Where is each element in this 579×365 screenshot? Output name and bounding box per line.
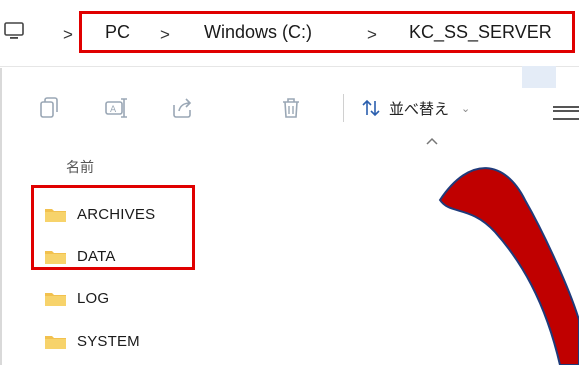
sort-label: 並べ替え [389, 100, 450, 118]
folder-icon [45, 292, 66, 306]
toolbar-divider [343, 94, 344, 122]
rename-icon[interactable]: A [104, 96, 128, 120]
folder-name: SYSTEM [77, 332, 140, 350]
svg-text:A: A [110, 105, 117, 115]
address-bar[interactable]: > PC > Windows (C:) > KC_SS_SERVER [0, 0, 579, 68]
list-item-system[interactable]: SYSTEM [44, 328, 140, 354]
folders-highlight-box [31, 185, 195, 270]
breadcrumb-highlight-box [79, 11, 575, 53]
chevron-down-icon: ⌄ [461, 102, 471, 115]
command-toolbar: A 並べ替え ⌄ [0, 80, 579, 136]
sort-direction-caret-icon [426, 137, 438, 145]
folder-icon [45, 335, 66, 349]
copy-icon[interactable] [37, 96, 61, 120]
delete-icon[interactable] [279, 96, 303, 120]
monitor-icon [4, 22, 24, 39]
sort-button[interactable]: 並べ替え ⌄ [361, 94, 470, 122]
address-bar-divider [0, 66, 579, 67]
column-header-name[interactable]: 名前 [66, 157, 94, 177]
folder-name: LOG [77, 289, 110, 307]
list-item-log[interactable]: LOG [44, 285, 109, 311]
sort-arrows-icon [362, 99, 380, 117]
view-lines-icon[interactable] [553, 106, 579, 120]
breadcrumb-separator: > [63, 25, 73, 44]
share-icon[interactable] [170, 96, 194, 120]
